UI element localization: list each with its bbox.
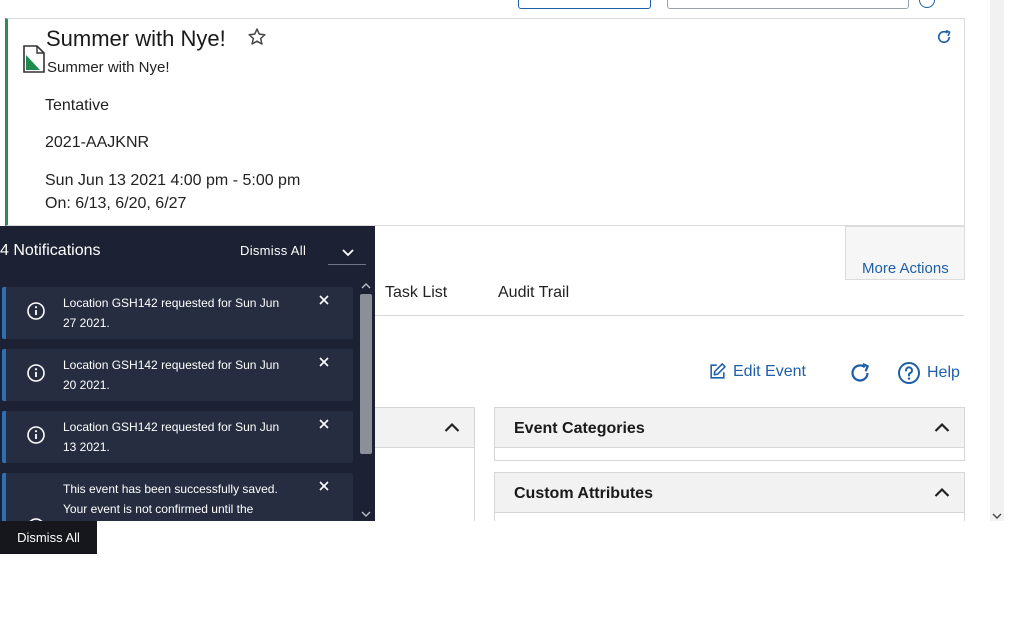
dismiss-all-button[interactable]: Dismiss All [0, 521, 97, 554]
event-state: Tentative [45, 97, 110, 114]
notifications-list: Location GSH142 requested for Sun Jun 27… [0, 280, 358, 521]
event-categories-header[interactable]: Event Categories [495, 408, 964, 448]
chevron-up-icon[interactable] [361, 282, 371, 290]
page-viewport: Summer with Nye! Summer with Nye! Tentat… [0, 0, 1034, 521]
notifications-panel: 4 Notifications Dismiss All Location GSH… [0, 226, 375, 521]
event-summary-card: Summer with Nye! Summer with Nye! Tentat… [5, 18, 965, 226]
notification-item: This event has been successfully saved. … [2, 473, 353, 521]
close-icon[interactable] [319, 481, 329, 491]
notification-text: Location GSH142 requested for Sun Jun 20… [63, 358, 280, 392]
edit-event-button[interactable]: Edit Event [708, 362, 806, 381]
event-categories-panel: Event Categories [494, 407, 965, 461]
event-categories-title: Event Categories [514, 420, 645, 437]
chevron-down-icon [342, 249, 354, 257]
edit-event-label: Edit Event [733, 362, 806, 380]
refresh-icon[interactable] [848, 361, 872, 385]
edit-icon [710, 363, 726, 379]
help-link[interactable]: Help [897, 361, 960, 385]
close-icon[interactable] [319, 419, 329, 429]
dismiss-all-link[interactable]: Dismiss All [240, 243, 306, 258]
tab-divider [375, 315, 964, 316]
custom-attributes-panel: Custom Attributes [494, 472, 965, 521]
tab-task-list[interactable]: Task List [385, 284, 447, 302]
event-occurrences: On: 6/13, 6/20, 6/27 [45, 195, 187, 212]
document-icon [23, 45, 45, 73]
chevron-up-icon[interactable] [934, 486, 950, 498]
event-title: Summer with Nye! [46, 26, 226, 51]
chevron-up-icon[interactable] [444, 421, 460, 433]
event-subtitle: Summer with Nye! [47, 59, 170, 76]
info-icon [27, 302, 45, 320]
notification-text: Location GSH142 requested for Sun Jun 13… [63, 420, 280, 454]
notification-text: Location GSH142 requested for Sun Jun 27… [63, 296, 280, 330]
more-actions-label: More Actions [862, 260, 949, 277]
page-scrollbar[interactable] [990, 0, 1004, 521]
chevron-down-icon[interactable] [361, 510, 371, 518]
chevron-up-icon[interactable] [934, 421, 950, 433]
notifications-count: 4 Notifications [0, 242, 101, 259]
close-icon[interactable] [319, 295, 329, 305]
search-input[interactable] [667, 0, 909, 9]
search-button[interactable] [518, 0, 651, 9]
more-actions-button[interactable]: More Actions [845, 226, 965, 280]
notification-item: Location GSH142 requested for Sun Jun 20… [2, 349, 353, 401]
notification-text: This event has been successfully saved. … [63, 482, 278, 516]
scrollbar-thumb[interactable] [360, 294, 372, 454]
help-label: Help [927, 364, 960, 381]
favorite-star-icon[interactable] [247, 27, 267, 47]
tab-audit-trail[interactable]: Audit Trail [498, 284, 569, 302]
info-icon [27, 364, 45, 382]
chevron-down-icon[interactable] [992, 512, 1002, 520]
custom-attributes-title: Custom Attributes [514, 485, 653, 502]
help-icon [898, 362, 920, 384]
collapse-notifications-button[interactable] [328, 239, 366, 265]
refresh-icon[interactable] [935, 28, 953, 46]
close-icon[interactable] [319, 357, 329, 367]
custom-attributes-header[interactable]: Custom Attributes [495, 473, 964, 513]
info-icon [27, 426, 45, 444]
event-reference: 2021-AAJKNR [45, 134, 150, 151]
help-icon[interactable] [919, 0, 935, 8]
notifications-scrollbar[interactable] [358, 280, 375, 521]
event-datetime: Sun Jun 13 2021 4:00 pm - 5:00 pm [45, 172, 301, 189]
app-screen: Summer with Nye! Summer with Nye! Tentat… [0, 0, 1034, 637]
notification-item: Location GSH142 requested for Sun Jun 13… [2, 411, 353, 463]
notification-item: Location GSH142 requested for Sun Jun 27… [2, 287, 353, 339]
